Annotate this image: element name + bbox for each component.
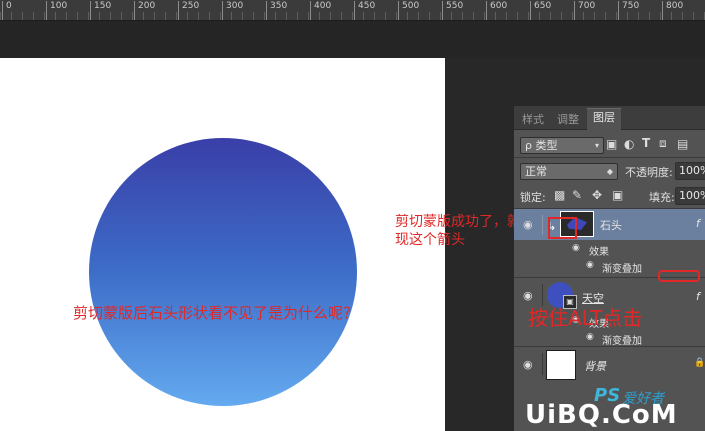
layer-boundary-highlight [658,270,700,282]
blend-mode-select[interactable]: 正常 ◆ [520,163,618,180]
fill-input[interactable]: 100% [675,187,705,205]
chevron-down-icon: ▾ [594,141,599,150]
annotation-alt-click: 按住ALT点击 [528,306,643,330]
opacity-input[interactable]: 100% [675,162,705,180]
watermark-site: UiBQ.CoM [525,400,678,430]
layer-name[interactable]: 天空 [582,290,604,306]
ruler-tick: 700 [573,1,596,20]
clipping-arrow-highlight [548,217,577,239]
ruler-tick: 650 [529,1,552,20]
layer-thumbnail[interactable] [546,350,576,380]
divider [514,157,705,158]
lock-position-icon[interactable]: ✥ [592,188,602,202]
ruler-tick: 500 [397,1,420,20]
chevron-down-icon: ◆ [606,167,613,176]
adjustment-filter-icon[interactable]: ◐ [624,137,634,151]
opacity-label: 不透明度: [625,166,673,179]
lock-transparency-icon[interactable]: ▩ [554,188,565,202]
blend-mode-value: 正常 [525,165,547,178]
fill-label: 填充: [649,191,675,204]
text-filter-icon[interactable]: T [642,136,650,150]
divider [542,353,543,375]
visibility-eye-icon[interactable]: ◉ [523,218,533,231]
ruler-tick: 400 [309,1,332,20]
layer-name[interactable]: 背景 [584,358,606,374]
visibility-eye-icon[interactable]: ◉ [523,289,533,302]
lock-label: 锁定: [520,191,546,204]
gradient-circle[interactable] [89,138,357,406]
ruler-tick: 350 [265,1,288,20]
layer-row-stone[interactable]: ◉ ↳ 石头 f [514,209,705,240]
ruler-tick: 100 [45,1,68,20]
ruler-tick: 800 [661,1,684,20]
image-filter-icon[interactable]: ▣ [606,137,617,151]
visibility-eye-icon[interactable]: ◉ [523,358,533,371]
tab-styles[interactable]: 样式 [522,111,544,127]
ruler-tick: 450 [353,1,376,20]
effects-row[interactable]: ◉ 效果 [514,240,705,258]
tab-layers[interactable]: 图层 [587,108,621,130]
opacity-value: 100% [679,164,705,177]
layers-panel: 样式 调整 图层 ρ 类型 ▾ ▣ ◐ T ⧈ ▤ 正常 ◆ 不透明度: 100… [514,106,705,431]
layer-name[interactable]: 石头 [600,217,622,233]
ruler-tick: 750 [617,1,640,20]
lock-all-icon[interactable]: ▣ [612,188,623,202]
divider [542,215,543,235]
effect-name: 渐变叠加 [602,264,642,275]
effects-label: 效果 [589,247,609,258]
annotation-shape-missing: 剪切蒙版后石头形状看不见了是为什么呢？ [73,304,359,322]
visibility-eye-icon[interactable]: ◉ [586,260,594,270]
ruler-tick: 600 [485,1,508,20]
visibility-eye-icon[interactable]: ◉ [572,243,580,253]
fx-badge[interactable]: f [696,290,700,303]
lock-pixels-icon[interactable]: ✎ [572,188,582,202]
effect-name: 渐变叠加 [602,336,642,347]
layer-row-background[interactable]: ◉ 背景 🔒 [514,347,705,381]
visibility-eye-icon[interactable]: ◉ [586,332,594,342]
ruler-tick: 300 [221,1,244,20]
ruler-tick: 0 [2,1,12,20]
smart-object-filter-icon[interactable]: ▤ [677,137,688,151]
effect-row[interactable]: ◉ 渐变叠加 [514,329,705,347]
fx-badge[interactable]: f [696,217,700,230]
panel-tabs: 样式 调整 图层 [514,106,705,130]
tab-adjustments[interactable]: 调整 [557,111,579,127]
divider [542,284,543,306]
horizontal-ruler: 0 100 150 200 250 300 350 400 450 500 55… [0,0,705,21]
shape-filter-icon[interactable]: ⧈ [659,136,667,151]
ruler-tick: 550 [441,1,464,20]
lock-icon: 🔒 [694,358,705,368]
ruler-tick: 200 [133,1,156,20]
fill-value: 100% [679,189,705,202]
layer-filter-select[interactable]: ρ 类型 ▾ [520,137,604,154]
layer-filter-value: ρ 类型 [525,139,558,152]
pasteboard [0,21,705,58]
ruler-tick: 150 [89,1,112,20]
ruler-tick: 250 [177,1,200,20]
